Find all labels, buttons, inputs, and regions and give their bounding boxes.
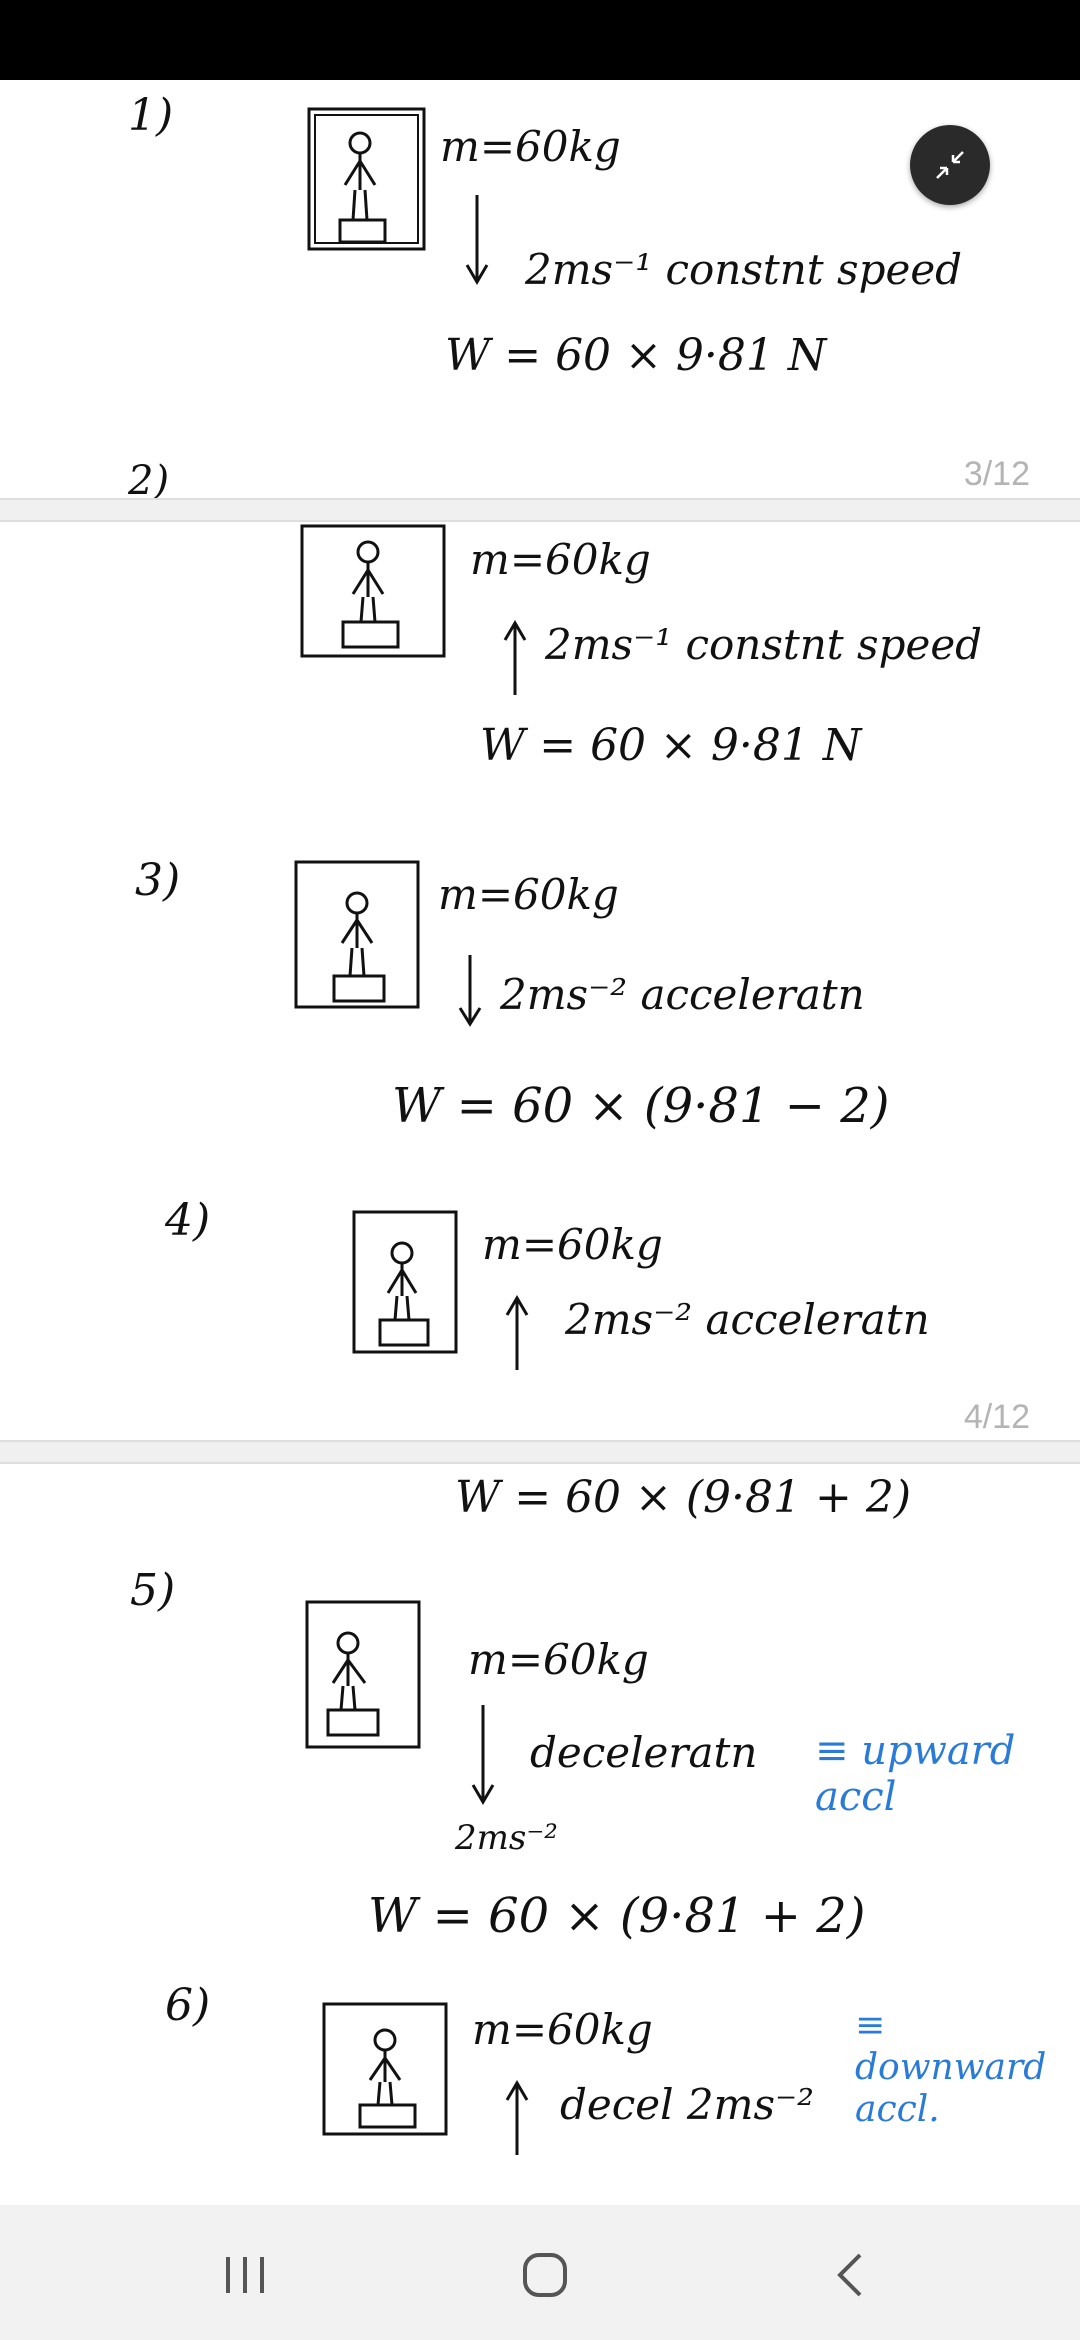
motion-label: 2ms⁻¹ constnt speed (525, 245, 963, 294)
collapse-button[interactable] (910, 125, 990, 205)
problem-number: 3) (135, 855, 181, 906)
lift-diagram (305, 105, 430, 255)
down-arrow (462, 190, 492, 290)
motion-label: 2ms⁻¹ constnt speed (545, 620, 983, 669)
up-arrow (500, 620, 530, 700)
problem-number: 4) (165, 1195, 211, 1246)
home-button[interactable] (485, 2235, 605, 2315)
mass-label: m=60kg (440, 122, 621, 171)
mass-label: m=60kg (472, 2005, 653, 2054)
mass-label: m=60kg (482, 1220, 663, 1269)
home-icon (523, 2253, 567, 2297)
back-icon (837, 2253, 862, 2297)
weight-equation: W = 60 × 9·81 N (480, 720, 862, 771)
recents-button[interactable] (185, 2235, 305, 2315)
up-arrow (502, 2080, 532, 2160)
lift-diagram (292, 858, 422, 1013)
note-annotation: ≡ upward accl (815, 1728, 1016, 1820)
note-viewer[interactable]: 1) m=60kg 2ms⁻¹ constnt speed W = 60 × 9… (0, 80, 1080, 2205)
page-separator (0, 498, 1080, 522)
motion-label: 2ms⁻² acceleratn (500, 970, 865, 1019)
page-indicator: 3/12 (963, 455, 1030, 493)
system-nav-bar (0, 2205, 1080, 2340)
motion-label: 2ms⁻² acceleratn (565, 1295, 930, 1344)
problem-number: 5) (130, 1565, 176, 1616)
acceleration-value: 2ms⁻² (455, 1818, 558, 1858)
weight-equation: W = 60 × 9·81 N (445, 330, 827, 381)
recents-icon (226, 2257, 264, 2293)
lift-diagram (298, 522, 448, 662)
status-bar (0, 0, 1080, 80)
weight-equation: W = 60 × (9·81 + 2) (368, 1888, 866, 1944)
motion-label: decel 2ms⁻² (560, 2080, 815, 2129)
lift-diagram (320, 2000, 450, 2140)
motion-label: deceleratn (530, 1728, 758, 1777)
lift-diagram (350, 1208, 460, 1358)
page-indicator: 4/12 (963, 1398, 1030, 1436)
mass-label: m=60kg (468, 1635, 649, 1684)
down-arrow (455, 950, 485, 1030)
mass-label: m=60kg (438, 870, 619, 919)
mass-label: m=60kg (470, 535, 651, 584)
weight-equation: W = 60 × (9·81 + 2) (455, 1472, 912, 1523)
back-button[interactable] (790, 2235, 910, 2315)
problem-number: 1) (128, 90, 174, 141)
up-arrow (502, 1295, 532, 1375)
weight-equation: W = 60 × (9·81 − 2) (392, 1078, 890, 1134)
down-arrow (468, 1700, 498, 1810)
note-annotation: ≡ downward accl. (855, 2005, 1047, 2130)
page-separator (0, 1440, 1080, 1464)
collapse-icon (936, 151, 964, 179)
lift-diagram (303, 1598, 423, 1753)
problem-number: 6) (165, 1980, 211, 2031)
